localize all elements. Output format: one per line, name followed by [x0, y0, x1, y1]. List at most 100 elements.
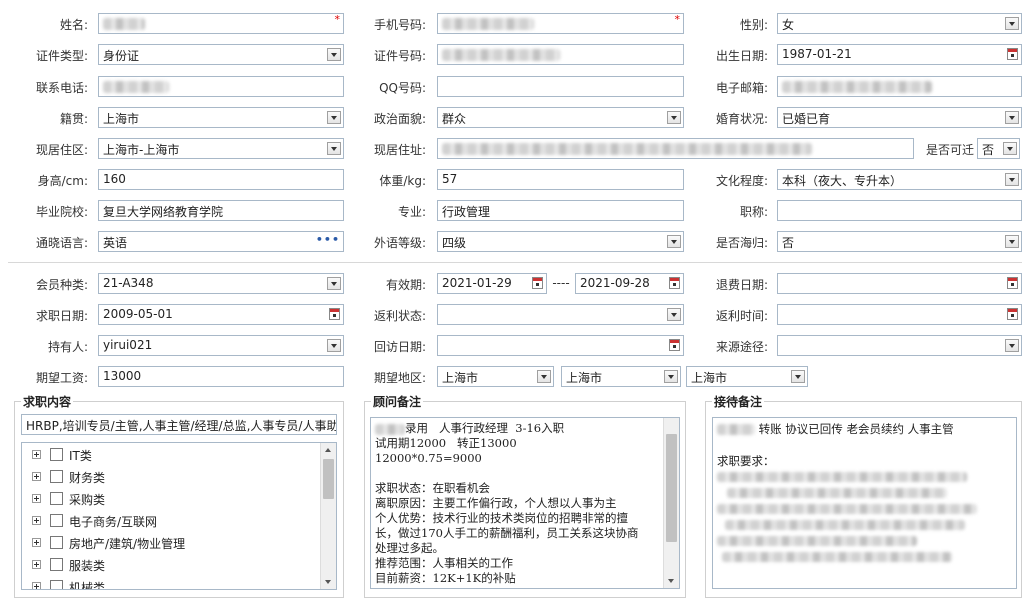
relocate-select[interactable]: 否: [977, 138, 1020, 159]
education-select[interactable]: 本科（夜大、专升本）: [777, 169, 1022, 190]
expand-icon[interactable]: [32, 516, 41, 525]
calendar-icon[interactable]: [532, 277, 543, 289]
valid-to-field[interactable]: 2021-09-28: [575, 273, 684, 294]
lang-level-select[interactable]: 四级: [437, 231, 684, 252]
reception-notes-textarea[interactable]: 转账 协议已回传 老会员续约 人事主管 求职要求：: [712, 417, 1017, 589]
holder-select[interactable]: yirui021: [98, 335, 344, 356]
checkbox[interactable]: [50, 492, 63, 505]
redacted-block: [727, 488, 947, 498]
chevron-down-icon[interactable]: [1005, 111, 1019, 124]
calendar-icon[interactable]: [1007, 277, 1018, 289]
qq-field[interactable]: [437, 76, 684, 97]
member-type-select[interactable]: 21-A348: [98, 273, 344, 294]
returnee-select[interactable]: 否: [777, 231, 1022, 252]
title-field[interactable]: [777, 200, 1022, 221]
chevron-down-icon[interactable]: [1003, 142, 1017, 155]
advisor-notes-panel: 顾问备注 录用 人事行政经理 3-16入职 试用期12000 转正13000 120…: [364, 393, 686, 598]
id-no-field[interactable]: [437, 44, 684, 65]
refund-date-field[interactable]: [777, 273, 1022, 294]
rebate-status-select[interactable]: [437, 304, 684, 325]
marital-select[interactable]: 已婚已育: [777, 107, 1022, 128]
expand-icon[interactable]: [32, 560, 41, 569]
school-field[interactable]: 复旦大学网络教育学院: [98, 200, 344, 221]
scroll-down-icon[interactable]: [321, 575, 336, 589]
calendar-icon[interactable]: [329, 308, 340, 320]
visit-date-field[interactable]: [437, 335, 684, 356]
calendar-icon[interactable]: [1007, 48, 1018, 60]
scroll-up-icon[interactable]: [321, 443, 336, 457]
qq-label: QQ号码:: [379, 81, 426, 95]
row-member-type: 会员种类: 21-A348 有效期: 2021-01-29 ---- 2021-…: [0, 272, 1022, 296]
chevron-down-icon[interactable]: [1005, 173, 1019, 186]
tree-item-label: 财务类: [69, 471, 106, 485]
chevron-down-icon[interactable]: [667, 308, 681, 321]
chevron-down-icon[interactable]: [327, 142, 341, 155]
chevron-down-icon[interactable]: [1005, 17, 1019, 30]
scroll-down-icon[interactable]: [664, 574, 679, 588]
chevron-down-icon[interactable]: [327, 277, 341, 290]
chevron-down-icon[interactable]: [1005, 339, 1019, 352]
chevron-down-icon[interactable]: [327, 48, 341, 61]
tree-item-label: 服装类: [69, 559, 106, 573]
job-category-tree[interactable]: IT类 财务类 采购类 电子商务/互联网 房地产/建筑/物业管理 服装类 机械类: [21, 442, 337, 590]
valid-from-field[interactable]: 2021-01-29: [437, 273, 547, 294]
source-select[interactable]: [777, 335, 1022, 356]
tree-scrollbar[interactable]: [320, 443, 336, 589]
expand-icon[interactable]: [32, 538, 41, 547]
major-label: 专业:: [397, 205, 426, 219]
chevron-down-icon[interactable]: [537, 370, 551, 383]
checkbox[interactable]: [50, 536, 63, 549]
advisor-note-line-6: 离职原因：主要工作偏行政，个人想以人事为主: [375, 496, 617, 510]
chevron-down-icon[interactable]: [327, 111, 341, 124]
name-field[interactable]: *: [98, 13, 344, 34]
checkbox[interactable]: [50, 448, 63, 461]
row-apply-date: 求职日期: 2009-05-01 返利状态: 返利时间:: [0, 303, 1022, 327]
political-select[interactable]: 群众: [437, 107, 684, 128]
checkbox[interactable]: [50, 580, 63, 589]
id-type-select[interactable]: 身份证: [98, 44, 344, 65]
job-summary-field[interactable]: HRBP,培训专员/主管,人事主管/经理/总监,人事专员/人事助: [21, 414, 337, 435]
address-field[interactable]: [437, 138, 914, 159]
email-field[interactable]: [777, 76, 1022, 97]
rebate-time-field[interactable]: [777, 304, 1022, 325]
chevron-down-icon[interactable]: [664, 370, 678, 383]
chevron-down-icon[interactable]: [667, 235, 681, 248]
scroll-thumb[interactable]: [666, 434, 677, 542]
chevron-down-icon[interactable]: [1005, 235, 1019, 248]
chevron-down-icon[interactable]: [791, 370, 805, 383]
row-school: 毕业院校: 复旦大学网络教育学院 专业: 行政管理 职称:: [0, 199, 1022, 223]
weight-field[interactable]: 57: [437, 169, 684, 190]
checkbox[interactable]: [50, 470, 63, 483]
advisor-notes-textarea[interactable]: 录用 人事行政经理 3-16入职 试用期12000 转正13000 12000*0.…: [370, 417, 680, 589]
redacted-email: [782, 80, 932, 93]
residence-select[interactable]: 上海市-上海市: [98, 138, 344, 159]
more-options-icon[interactable]: •••: [316, 233, 340, 246]
expand-icon[interactable]: [32, 582, 41, 589]
expand-icon[interactable]: [32, 450, 41, 459]
mobile-field[interactable]: *: [437, 13, 684, 34]
major-field[interactable]: 行政管理: [437, 200, 684, 221]
checkbox[interactable]: [50, 558, 63, 571]
height-field[interactable]: 160: [98, 169, 344, 190]
apply-date-field[interactable]: 2009-05-01: [98, 304, 344, 325]
advisor-scrollbar[interactable]: [663, 418, 679, 588]
area-select-1[interactable]: 上海市: [437, 366, 554, 387]
salary-field[interactable]: 13000: [98, 366, 344, 387]
redacted-block: [725, 520, 965, 530]
phone-field[interactable]: [98, 76, 344, 97]
chevron-down-icon[interactable]: [327, 339, 341, 352]
native-select[interactable]: 上海市: [98, 107, 344, 128]
area-select-2[interactable]: 上海市: [561, 366, 681, 387]
birth-date-field[interactable]: 1987-01-21: [777, 44, 1022, 65]
expand-icon[interactable]: [32, 494, 41, 503]
expand-icon[interactable]: [32, 472, 41, 481]
scroll-thumb[interactable]: [323, 459, 334, 499]
checkbox[interactable]: [50, 514, 63, 527]
gender-select[interactable]: 女: [777, 13, 1022, 34]
language-field[interactable]: 英语 •••: [98, 231, 344, 252]
calendar-icon[interactable]: [1007, 308, 1018, 320]
chevron-down-icon[interactable]: [667, 111, 681, 124]
calendar-icon[interactable]: [669, 277, 680, 289]
area-select-3[interactable]: 上海市: [686, 366, 808, 387]
calendar-icon[interactable]: [669, 339, 680, 351]
